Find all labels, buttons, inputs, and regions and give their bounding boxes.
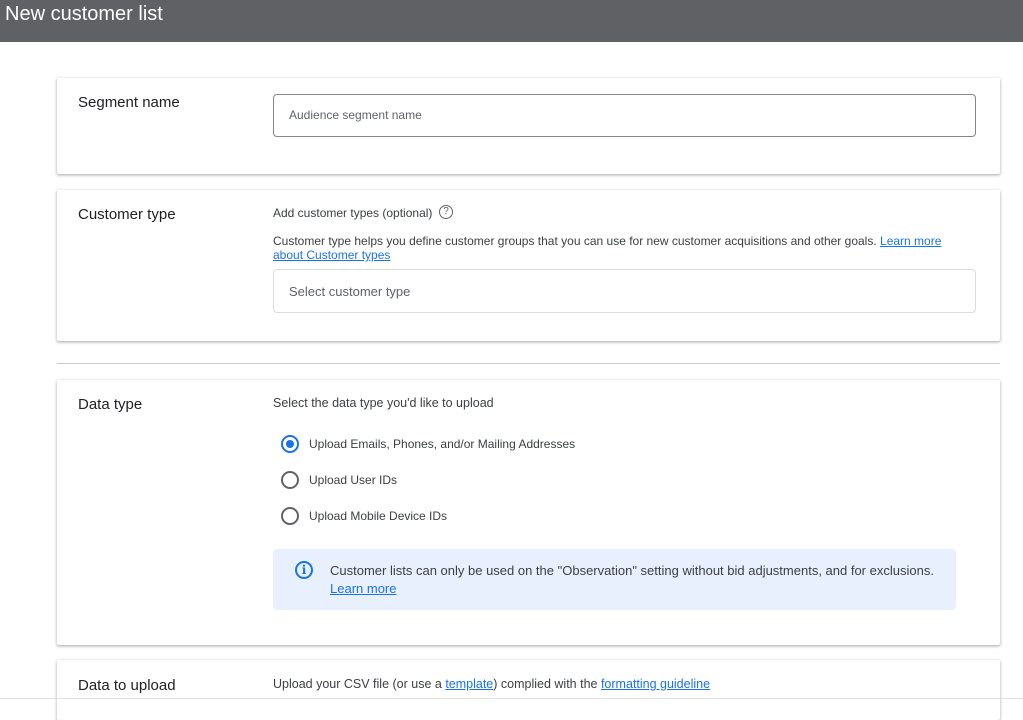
add-customer-types-label: Add customer types (optional) (273, 206, 433, 220)
observation-info-box: i Customer lists can only be used on the… (273, 549, 956, 610)
add-customer-types-row: Add customer types (optional) ? (273, 205, 473, 222)
customer-type-select[interactable]: Select customer type (273, 269, 976, 313)
page-title: New customer list (5, 3, 163, 25)
customer-type-description-text: Customer type helps you define customer … (273, 234, 877, 248)
radio-label-user-ids: Upload User IDs (309, 473, 398, 487)
radio-button[interactable] (281, 471, 299, 489)
info-message: Customer lists can only be used on the "… (330, 562, 945, 598)
customer-type-description: Customer type helps you define customer … (273, 234, 973, 262)
info-icon: i (295, 561, 313, 579)
radio-button-checked[interactable] (281, 435, 299, 453)
customer-type-label: Customer type (78, 206, 176, 223)
radio-button[interactable] (281, 507, 299, 525)
help-circle-icon[interactable]: ? (439, 205, 453, 219)
section-divider (57, 363, 1000, 364)
data-upload-card: Data to upload Upload your CSV file (or … (57, 660, 1000, 720)
data-upload-instructions: Upload your CSV file (or use a template)… (273, 677, 973, 691)
radio-label-mobile-ids: Upload Mobile Device IDs (309, 509, 448, 523)
radio-label-emails: Upload Emails, Phones, and/or Mailing Ad… (309, 437, 576, 451)
segment-name-label: Segment name (78, 94, 180, 111)
data-type-label: Data type (78, 396, 143, 413)
upload-text-middle: ) complied with the (493, 677, 601, 691)
template-link[interactable]: template (445, 677, 493, 691)
header-bar: New customer list (0, 0, 1023, 42)
formatting-guideline-link[interactable]: formatting guideline (601, 677, 710, 691)
data-type-card: Data type Select the data type you'd lik… (57, 380, 1000, 645)
customer-type-card: Customer type Add customer types (option… (57, 190, 1000, 341)
segment-name-placeholder: Audience segment name (289, 108, 422, 122)
customer-type-select-placeholder: Select customer type (289, 284, 411, 299)
data-type-prompt: Select the data type you'd like to uploa… (273, 396, 494, 410)
segment-name-card: Segment name Audience segment name (57, 78, 1000, 174)
info-message-text: Customer lists can only be used on the "… (330, 563, 934, 578)
learn-more-link[interactable]: Learn more (330, 581, 396, 596)
upload-text-before: Upload your CSV file (or use a (273, 677, 446, 691)
data-upload-label: Data to upload (78, 677, 176, 694)
segment-name-input[interactable]: Audience segment name (273, 94, 976, 137)
bottom-border (0, 698, 1023, 699)
